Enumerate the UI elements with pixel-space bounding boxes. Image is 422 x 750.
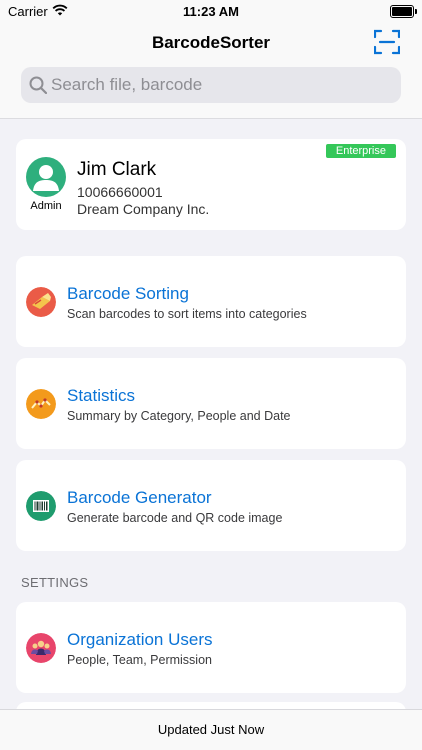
search-placeholder: Search file, barcode (51, 75, 203, 94)
user-name: Jim Clark (77, 159, 157, 180)
menu-item-title: Barcode Sorting (67, 284, 189, 303)
menu-item-barcode-sorting[interactable]: Barcode Sorting Scan barcodes to sort it… (16, 256, 406, 347)
barcode-generator-icon (26, 491, 56, 521)
header-area: Carrier 11:23 AM BarcodeSorter Search fi… (0, 0, 422, 119)
menu-item-subtitle: People, Team, Permission (67, 653, 212, 667)
statistics-icon (26, 389, 56, 419)
menu-item-barcode-generator[interactable]: Barcode Generator Generate barcode and Q… (16, 460, 406, 551)
profile-card[interactable]: Admin Jim Clark 10066660001 Dream Compan… (16, 139, 406, 230)
menu-item-title: Organization Users (67, 630, 213, 649)
update-status: Updated Just Now (157, 722, 265, 737)
plan-badge: Enterprise (325, 144, 396, 158)
scan-icon[interactable] (374, 29, 400, 55)
battery-icon (390, 5, 417, 18)
bottom-toolbar: Updated Just Now (0, 709, 422, 750)
user-id: 10066660001 (77, 184, 163, 200)
avatar-icon (26, 157, 66, 197)
clock: 11:23 AM (183, 4, 239, 19)
search-input[interactable]: Search file, barcode (21, 67, 401, 103)
organization-users-icon (26, 633, 56, 663)
user-company: Dream Company Inc. (77, 201, 210, 217)
user-role: Admin (30, 200, 62, 212)
search-icon (29, 76, 47, 94)
menu-item-subtitle: Summary by Category, People and Date (67, 409, 291, 423)
menu-item-subtitle: Scan barcodes to sort items into categor… (67, 307, 307, 321)
status-bar: Carrier 11:23 AM (0, 0, 422, 22)
menu-item-statistics[interactable]: Statistics Summary by Category, People a… (16, 358, 406, 449)
menu-item-title: Statistics (67, 386, 136, 405)
menu-item-title: Barcode Generator (67, 488, 212, 507)
settings-section-header: SETTINGS (21, 575, 89, 590)
menu-item-organization-users[interactable]: Organization Users People, Team, Permiss… (16, 602, 406, 693)
page-title: BarcodeSorter (151, 33, 271, 52)
app-screen: Carrier 11:23 AM BarcodeSorter Search fi… (0, 0, 422, 750)
menu-item-subtitle: Generate barcode and QR code image (67, 511, 283, 525)
barcode-sorting-icon (26, 287, 56, 317)
